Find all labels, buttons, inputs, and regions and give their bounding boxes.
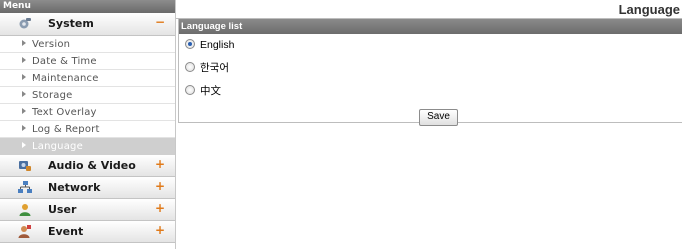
expand-icon[interactable]: +: [155, 157, 165, 171]
save-button[interactable]: Save: [419, 109, 458, 126]
chevron-right-icon: [22, 40, 26, 46]
sidebar-item-label: Maintenance: [32, 73, 99, 84]
sidebar-item-text-overlay[interactable]: Text Overlay: [0, 104, 175, 121]
language-option-english[interactable]: English: [179, 34, 682, 57]
chevron-right-icon: [22, 125, 26, 131]
collapse-icon[interactable]: −: [155, 15, 165, 29]
sidebar-section-network[interactable]: Network +: [0, 177, 175, 199]
language-option-label: 한국어: [200, 62, 229, 74]
gear-icon: [18, 17, 32, 30]
chevron-right-icon: [22, 108, 26, 114]
camera-icon: [18, 159, 32, 172]
sidebar-section-label: Network: [48, 181, 101, 194]
sidebar-item-version[interactable]: Version: [0, 36, 175, 53]
sidebar-item-storage[interactable]: Storage: [0, 87, 175, 104]
page-title: Language: [176, 0, 682, 19]
main-content: Language Language list English 한국어 中文 Sa…: [176, 0, 682, 249]
sidebar-item-log-report[interactable]: Log & Report: [0, 121, 175, 138]
radio-button-checked[interactable]: [185, 39, 195, 50]
sidebar: Menu System − Version Date & Time Mainte…: [0, 0, 176, 249]
menu-header: Menu: [0, 0, 175, 13]
sidebar-section-event[interactable]: Event +: [0, 221, 175, 243]
language-option-korean[interactable]: 한국어: [179, 57, 682, 80]
language-panel: Language list English 한국어 中文 Save: [178, 19, 682, 126]
sidebar-item-label: Version: [32, 39, 71, 50]
event-icon: [18, 225, 32, 238]
sidebar-section-audio-video[interactable]: Audio & Video +: [0, 155, 175, 177]
sidebar-section-label: System: [48, 17, 94, 30]
sidebar-item-label: Date & Time: [32, 56, 97, 67]
chevron-right-icon: [22, 57, 26, 63]
sidebar-item-label: Storage: [32, 90, 73, 101]
sidebar-item-label: Log & Report: [32, 124, 100, 135]
sidebar-section-label: User: [48, 203, 77, 216]
system-submenu: Version Date & Time Maintenance Storage …: [0, 36, 175, 155]
expand-icon[interactable]: +: [155, 223, 165, 237]
chevron-right-icon: [22, 74, 26, 80]
sidebar-item-maintenance[interactable]: Maintenance: [0, 70, 175, 87]
language-option-label: English: [200, 39, 235, 51]
sidebar-item-language[interactable]: Language: [0, 138, 175, 155]
sidebar-item-date-time[interactable]: Date & Time: [0, 53, 175, 70]
language-option-label: 中文: [200, 85, 221, 97]
sidebar-section-label: Audio & Video: [48, 159, 136, 172]
language-option-chinese[interactable]: 中文: [179, 80, 682, 103]
sidebar-section-system[interactable]: System −: [0, 13, 175, 36]
sidebar-item-label: Language: [32, 141, 83, 152]
chevron-right-icon: [22, 91, 26, 97]
network-icon: [18, 181, 32, 194]
sidebar-section-user[interactable]: User +: [0, 199, 175, 221]
panel-header: Language list: [179, 19, 682, 34]
radio-button[interactable]: [185, 85, 195, 96]
user-icon: [18, 203, 32, 216]
radio-button[interactable]: [185, 62, 195, 73]
expand-icon[interactable]: +: [155, 201, 165, 215]
chevron-right-icon: [22, 142, 26, 148]
save-area: Save: [179, 104, 682, 126]
sidebar-section-label: Event: [48, 225, 84, 238]
sidebar-item-label: Text Overlay: [32, 107, 97, 118]
expand-icon[interactable]: +: [155, 179, 165, 193]
